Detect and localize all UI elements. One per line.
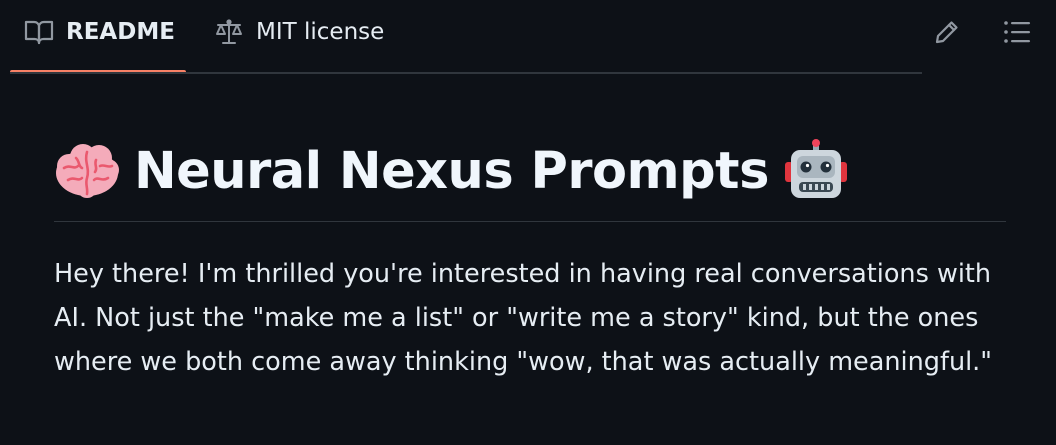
outline-button[interactable] [999, 14, 1035, 50]
tab-license-label: MIT license [256, 19, 385, 45]
readme-title-text: Neural Nexus Prompts [134, 141, 769, 201]
readme-title: Neural Nexus Prompts [54, 130, 1006, 222]
readme-intro-paragraph: Hey there! I'm thrilled you're intereste… [54, 259, 993, 377]
edit-file-button[interactable] [929, 14, 965, 50]
law-scale-icon [214, 18, 244, 46]
readme-content: Neural Nexus Prompts Hey there! I'm thri… [54, 130, 1006, 410]
tab-readme[interactable]: README [24, 14, 175, 50]
tab-bar-divider [10, 72, 922, 74]
readme-tab-bar: README MIT license [0, 0, 1056, 74]
robot-emoji-icon [783, 138, 849, 204]
book-icon [24, 19, 54, 45]
pencil-icon [933, 18, 961, 46]
tab-readme-label: README [66, 19, 175, 45]
brain-emoji-icon [54, 138, 120, 204]
tab-license[interactable]: MIT license [214, 14, 384, 50]
list-icon [1003, 19, 1031, 45]
